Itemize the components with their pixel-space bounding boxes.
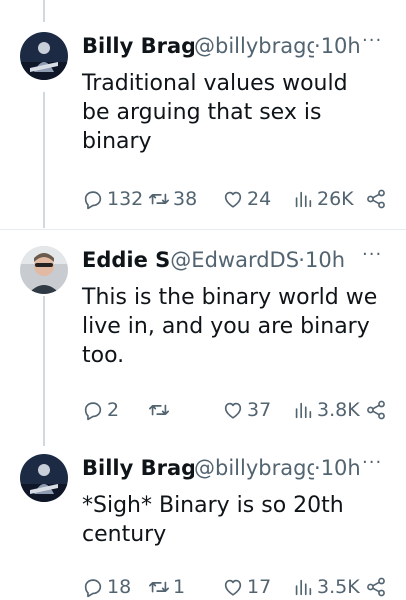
more-icon[interactable]: ··· [362,452,382,473]
timestamp[interactable]: 10h [305,246,345,274]
thread-line-top [43,0,45,22]
retweet-button[interactable] [148,397,173,423]
action-bar: 132 38 24 26K [82,186,392,212]
heart-icon [224,191,242,208]
share-button[interactable] [365,186,390,212]
tweet-header: Billy Brag@billybragg·10h [82,454,382,482]
reply-count: 18 [107,576,132,598]
retweet-icon [149,193,169,205]
views-icon [295,579,312,596]
retweet-count: 38 [173,188,198,210]
tweet-divider [0,229,406,230]
more-icon[interactable]: ··· [362,30,382,51]
separator-dot: · [314,34,321,58]
like-button[interactable]: 24 [222,186,271,212]
display-name[interactable]: Billy Brag [82,454,194,482]
timestamp[interactable]: 10h [321,454,361,482]
views-button[interactable]: 3.8K [292,397,360,423]
more-icon[interactable]: ··· [362,244,382,265]
tweet[interactable]: Eddie S@EdwardDS·10h ··· This is the bin… [0,244,406,436]
tweet[interactable]: Billy Brag@billybragg·10h ··· *Sigh* Bin… [0,452,406,600]
retweet-icon [149,404,169,416]
reply-button[interactable]: 18 [82,574,131,600]
reply-icon [84,579,102,598]
views-count: 3.5K [317,576,360,598]
tweet-text: This is the binary world we live in, and… [82,285,378,368]
tweet-header: Billy Brag@billybragg·10h [82,32,382,60]
reply-count: 132 [107,188,144,210]
tweet-text: Traditional values would be arguing that… [82,71,348,154]
like-button[interactable]: 37 [222,397,271,423]
share-icon [367,577,385,597]
tweet-text: *Sigh* Binary is so 20th century [82,493,344,547]
display-name[interactable]: Eddie S [82,246,170,274]
share-icon [367,400,385,420]
heart-icon [224,579,242,596]
separator-dot: · [314,456,321,480]
reply-count: 2 [107,399,120,421]
reply-button[interactable]: 132 [82,186,143,212]
share-button[interactable] [365,574,390,600]
retweet-button[interactable]: 1 [148,574,185,600]
display-name[interactable]: Billy Brag [82,32,194,60]
action-bar: 2 37 3.8K [82,397,392,423]
views-count: 3.8K [317,399,360,421]
user-handle[interactable]: @billybragg [194,454,314,482]
avatar[interactable] [20,246,68,294]
like-count: 37 [247,399,272,421]
avatar[interactable] [20,454,68,502]
retweet-button[interactable]: 38 [148,186,197,212]
tweet[interactable]: Billy Brag@billybragg·10h ··· Traditiona… [0,30,406,222]
like-count: 17 [247,576,272,598]
user-handle[interactable]: @EdwardDS [170,246,298,274]
timestamp[interactable]: 10h [321,32,361,60]
views-icon [295,402,312,419]
retweet-count: 1 [173,576,186,598]
separator-dot: · [298,248,305,272]
views-icon [295,191,312,208]
reply-icon [84,191,102,210]
views-button[interactable]: 3.5K [292,574,360,600]
views-count: 26K [317,188,354,210]
tweet-header: Eddie S@EdwardDS·10h [82,246,382,274]
views-button[interactable]: 26K [292,186,354,212]
like-button[interactable]: 17 [222,574,271,600]
share-icon [367,189,385,209]
heart-icon [224,402,242,419]
reply-button[interactable]: 2 [82,397,119,423]
share-button[interactable] [365,397,390,423]
reply-icon [84,402,102,421]
action-bar: 18 1 17 3.5K [82,574,392,600]
like-count: 24 [247,188,272,210]
avatar[interactable] [20,32,68,80]
user-handle[interactable]: @billybragg [194,32,314,60]
retweet-icon [149,581,169,593]
